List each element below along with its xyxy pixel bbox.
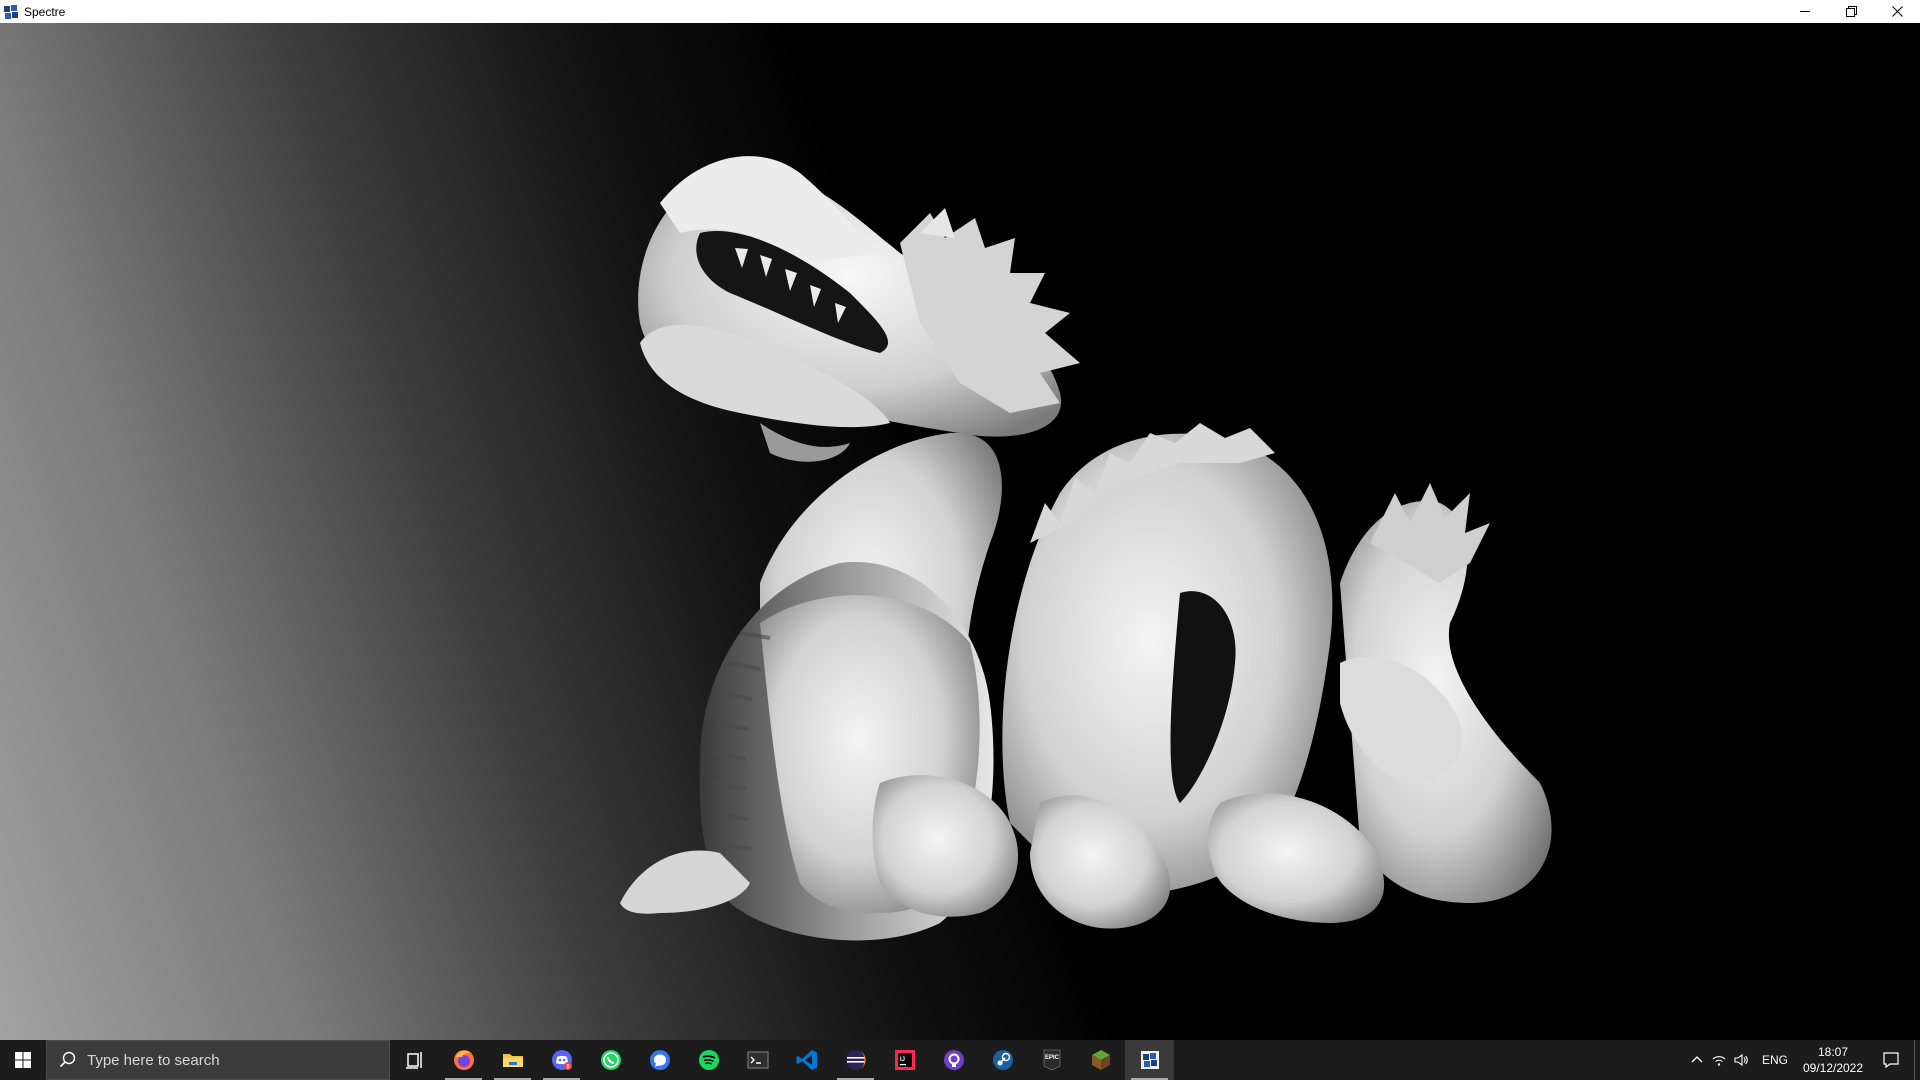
window-title: Spectre	[24, 4, 66, 19]
input-language[interactable]: ENG	[1752, 1053, 1798, 1067]
action-center-button[interactable]	[1868, 1040, 1914, 1080]
search-icon	[59, 1051, 76, 1068]
close-button[interactable]	[1874, 0, 1920, 23]
spectre-app-icon	[4, 4, 18, 19]
taskbar-app-file-explorer[interactable]	[488, 1040, 537, 1080]
svg-text:IJ: IJ	[900, 1057, 905, 1063]
taskbar-app-eclipse[interactable]	[831, 1040, 880, 1080]
minimize-button[interactable]	[1782, 0, 1828, 23]
taskbar-app-terminal[interactable]	[733, 1040, 782, 1080]
taskbar: 8	[0, 1040, 1920, 1080]
whatsapp-icon	[600, 1050, 621, 1070]
taskbar-search-box[interactable]	[46, 1040, 390, 1080]
github-icon	[943, 1050, 964, 1070]
steam-icon	[992, 1050, 1013, 1070]
restore-button[interactable]	[1828, 0, 1874, 23]
search-input[interactable]	[87, 1051, 367, 1069]
show-desktop-button[interactable]	[1914, 1040, 1920, 1080]
network-button[interactable]	[1708, 1040, 1730, 1080]
eclipse-icon	[845, 1050, 866, 1070]
terminal-icon	[747, 1051, 768, 1069]
minecraft-icon	[1091, 1050, 1110, 1070]
taskbar-app-intellij[interactable]: IJ	[880, 1040, 929, 1080]
taskbar-app-spotify[interactable]	[684, 1040, 733, 1080]
chevron-up-icon	[1691, 1056, 1703, 1063]
volume-button[interactable]	[1730, 1040, 1752, 1080]
taskbar-app-epic-games[interactable]: EPIC	[1027, 1040, 1076, 1080]
close-icon	[1891, 6, 1903, 17]
taskbar-app-steam[interactable]	[978, 1040, 1027, 1080]
task-view-button[interactable]	[390, 1040, 439, 1080]
spectre-icon	[1140, 1051, 1159, 1069]
system-tray: ENG 18:07 09/12/2022	[1686, 1040, 1920, 1080]
taskbar-app-vscode[interactable]	[782, 1040, 831, 1080]
epic-games-icon: EPIC	[1043, 1049, 1060, 1071]
window-controls	[1782, 0, 1920, 23]
start-button[interactable]	[0, 1040, 46, 1080]
clock[interactable]: 18:07 09/12/2022	[1798, 1044, 1868, 1076]
taskbar-app-whatsapp[interactable]	[586, 1040, 635, 1080]
taskbar-app-spectre[interactable]	[1125, 1040, 1174, 1080]
spotify-icon	[698, 1050, 719, 1070]
notification-icon	[1883, 1052, 1899, 1069]
taskbar-app-discord[interactable]: 8	[537, 1040, 586, 1080]
vscode-icon	[796, 1050, 817, 1070]
taskbar-app-minecraft[interactable]	[1076, 1040, 1125, 1080]
taskbar-app-firefox[interactable]	[439, 1040, 488, 1080]
dragon-model	[620, 156, 1552, 941]
render-viewport[interactable]	[0, 23, 1920, 1040]
speaker-icon	[1734, 1053, 1748, 1067]
firefox-icon	[453, 1050, 474, 1070]
clock-date: 09/12/2022	[1802, 1061, 1864, 1075]
title-bar[interactable]: Spectre	[0, 0, 1920, 23]
task-view-icon	[405, 1052, 422, 1069]
minimize-icon	[1799, 11, 1810, 12]
windows-logo-icon	[15, 1052, 31, 1068]
clock-time: 18:07	[1817, 1045, 1849, 1059]
taskbar-app-signal[interactable]	[635, 1040, 684, 1080]
discord-icon: 8	[551, 1050, 572, 1071]
restore-icon	[1845, 6, 1857, 17]
epic-games-label: EPIC	[1044, 1055, 1059, 1061]
taskbar-app-github-desktop[interactable]	[929, 1040, 978, 1080]
intellij-icon: IJ	[894, 1050, 915, 1070]
show-hidden-icons-button[interactable]	[1686, 1040, 1708, 1080]
wifi-icon	[1712, 1056, 1726, 1066]
folder-icon	[502, 1054, 523, 1067]
chat-bubble-icon	[649, 1050, 670, 1070]
